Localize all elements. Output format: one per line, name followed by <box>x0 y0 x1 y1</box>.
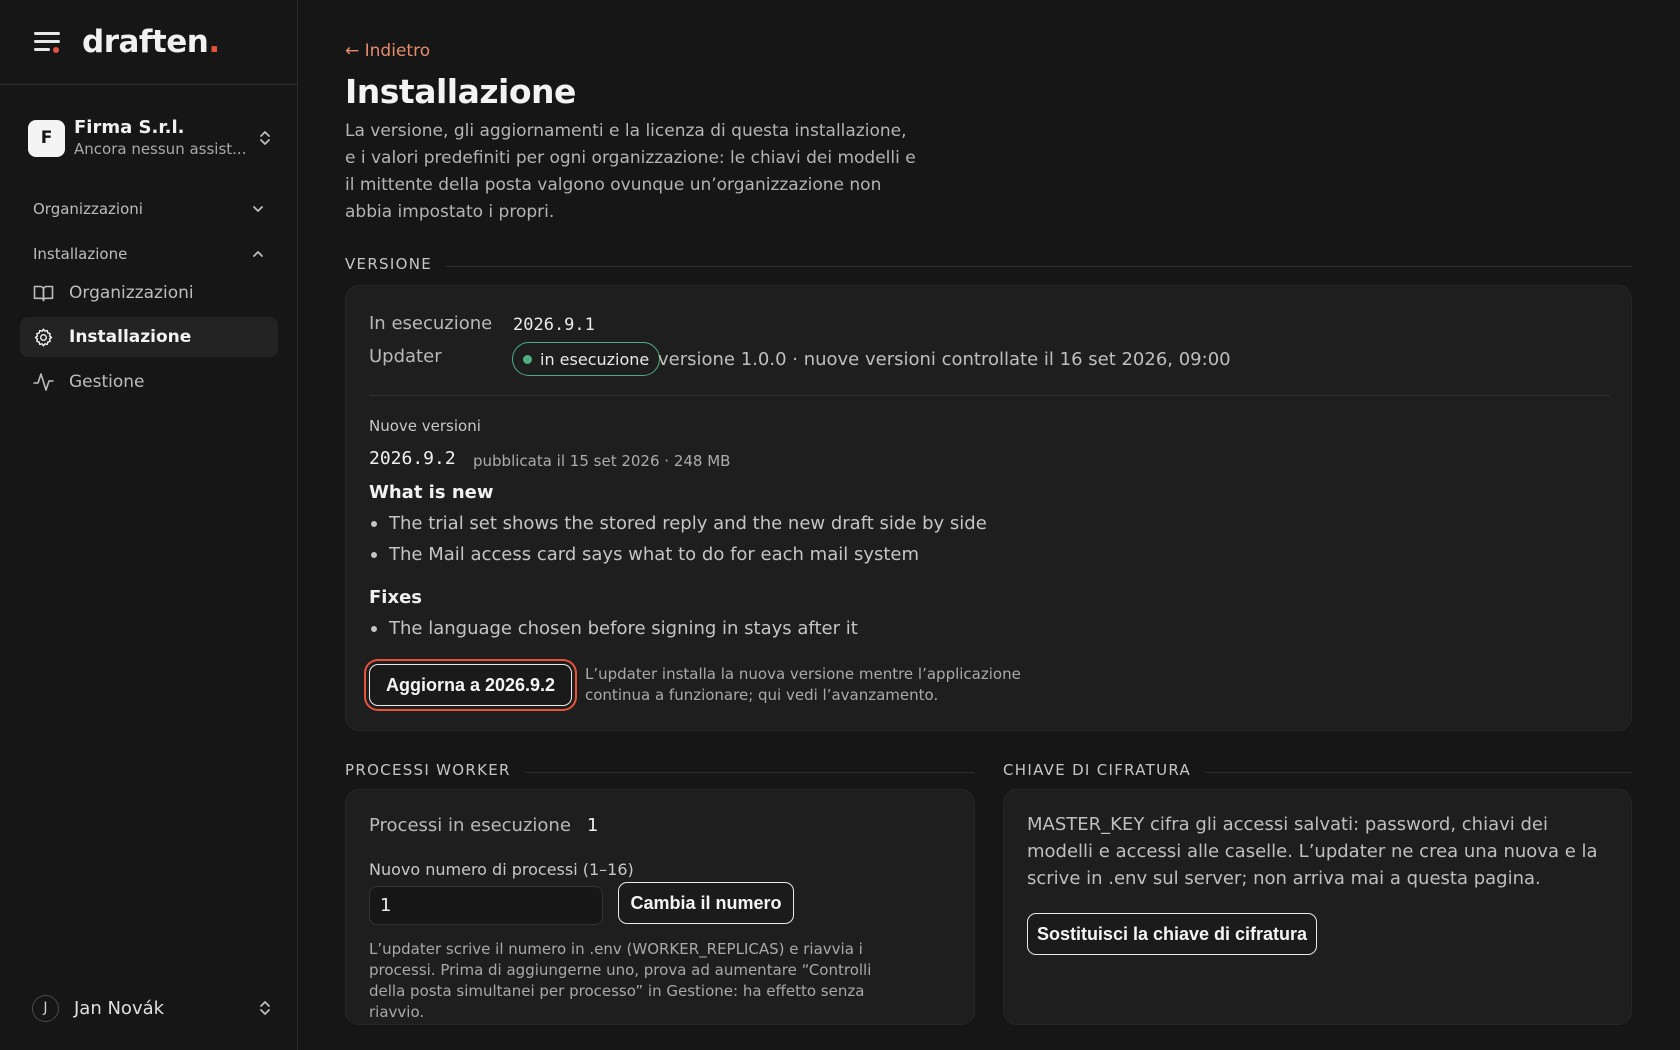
logo[interactable]: draften. <box>82 24 220 60</box>
brand-bar: draften. <box>0 0 297 85</box>
update-button[interactable]: Aggiorna a 2026.9.2 <box>369 664 572 706</box>
change-workers-button[interactable]: Cambia il numero <box>618 882 794 924</box>
page-description: La versione, gli aggiornamenti e la lice… <box>345 121 916 222</box>
nav-section-installazione[interactable]: Installazione <box>33 245 265 263</box>
org-avatar: F <box>28 119 65 157</box>
update-help-text: L’updater installa la nuova versione men… <box>585 665 1021 704</box>
list-item: The Mail access card says what to do for… <box>369 539 987 570</box>
workers-running-label: Processi in esecuzione <box>369 815 571 836</box>
chevron-down-icon <box>253 206 263 212</box>
sidebar: draften. F Firma S.r.l. Ancora nessun as… <box>0 0 298 1050</box>
org-switcher[interactable]: F Firma S.r.l. Ancora nessun assist... <box>28 117 272 158</box>
avatar: J <box>32 994 59 1022</box>
book-icon <box>32 282 54 304</box>
running-version-value: 2026.9.1 <box>513 315 595 335</box>
replace-key-button[interactable]: Sostituisci la chiave di cifratura <box>1027 913 1317 955</box>
encryption-description: MASTER_KEY cifra gli accessi salvati: pa… <box>1027 814 1598 889</box>
menu-icon[interactable] <box>34 32 60 53</box>
section-label-processi-worker: PROCESSI WORKER <box>345 761 975 779</box>
status-badge: in esecuzione <box>512 342 661 376</box>
chevron-up-down-icon <box>260 131 270 145</box>
status-dot-icon <box>523 354 532 364</box>
list-item: The language chosen before signing in st… <box>369 613 858 644</box>
new-version-number: 2026.9.2 <box>369 448 456 469</box>
back-link[interactable]: ← Indietro <box>345 41 430 61</box>
workers-running-value: 1 <box>587 815 599 836</box>
gear-icon <box>32 326 54 348</box>
new-versions-label: Nuove versioni <box>369 417 481 435</box>
user-name: Jan Novák <box>74 997 165 1019</box>
sidebar-item-label: Organizzazioni <box>69 283 194 303</box>
sidebar-item-label: Gestione <box>69 372 145 392</box>
section-label-versione: VERSIONE <box>345 255 1632 273</box>
nav-section-organizzazioni[interactable]: Organizzazioni <box>33 200 265 218</box>
running-version-label: In esecuzione <box>369 313 493 334</box>
whats-new-list: The trial set shows the stored reply and… <box>369 508 987 570</box>
user-menu[interactable]: J Jan Novák <box>32 994 272 1022</box>
nav-section-label: Installazione <box>33 245 128 263</box>
updater-info: versione 1.0.0 · nuove versioni controll… <box>658 349 1231 370</box>
divider <box>369 395 1610 396</box>
nav-section-label: Organizzazioni <box>33 200 143 218</box>
activity-icon <box>32 371 54 393</box>
encryption-card: MASTER_KEY cifra gli accessi salvati: pa… <box>1003 789 1632 1025</box>
version-card: In esecuzione 2026.9.1 Updater in esecuz… <box>345 285 1632 731</box>
workers-count-input[interactable] <box>369 886 603 925</box>
updater-label: Updater <box>369 346 442 367</box>
new-version-meta: pubblicata il 15 set 2026 · 248 MB <box>473 452 731 470</box>
workers-count-label: Nuovo numero di processi (1–16) <box>369 860 634 879</box>
sidebar-item-label: Installazione <box>69 327 192 347</box>
sidebar-item-gestione[interactable]: Gestione <box>20 362 278 402</box>
org-subtitle: Ancora nessun assist... <box>74 140 247 158</box>
sidebar-item-organizzazioni[interactable]: Organizzazioni <box>20 273 278 313</box>
fixes-heading: Fixes <box>369 587 422 608</box>
section-label-chiave-cifratura: CHIAVE DI CIFRATURA <box>1003 761 1632 779</box>
list-item: The trial set shows the stored reply and… <box>369 508 987 539</box>
workers-card: Processi in esecuzione 1 Nuovo numero di… <box>345 789 975 1025</box>
fixes-list: The language chosen before signing in st… <box>369 613 858 644</box>
org-name: Firma S.r.l. <box>74 117 185 138</box>
sidebar-item-installazione[interactable]: Installazione <box>20 317 278 357</box>
page-title: Installazione <box>345 72 576 111</box>
chevron-up-down-icon <box>260 1001 270 1015</box>
whats-new-heading: What is new <box>369 482 494 503</box>
workers-help-text: L’updater scrive il numero in .env (WORK… <box>369 940 872 1021</box>
chevron-up-icon <box>253 251 263 257</box>
